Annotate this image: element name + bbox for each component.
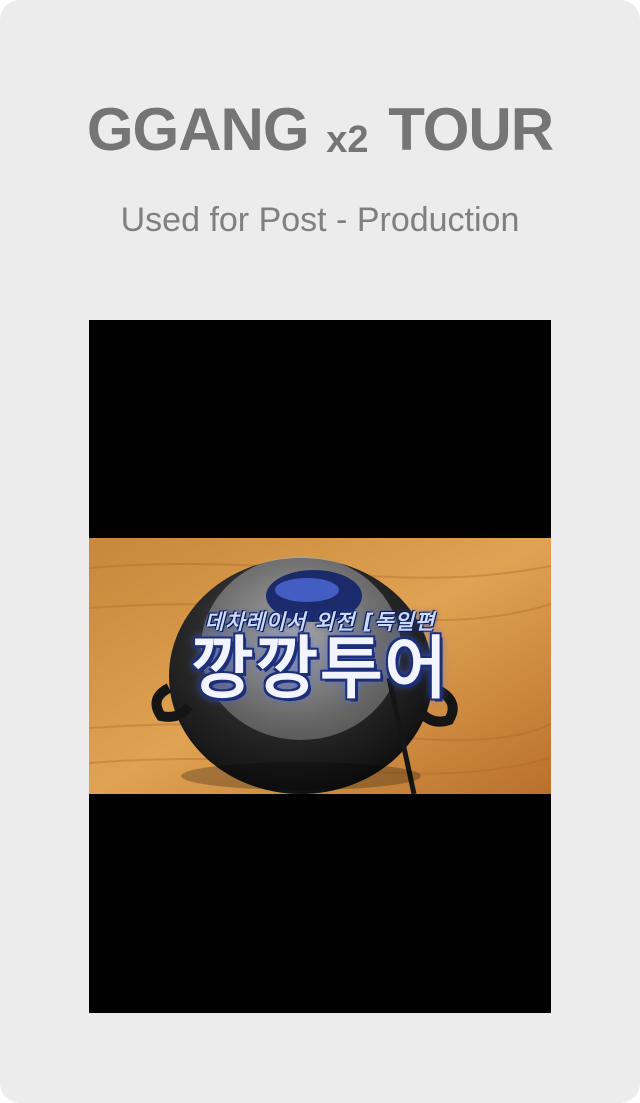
video-preview[interactable]: 데차레이서 외전 [독일편 깡깡투어	[89, 320, 551, 1013]
title-main: GGANG	[86, 96, 310, 163]
video-caption-main: 깡깡투어	[190, 630, 450, 709]
title-multiplier: x2	[326, 119, 369, 161]
video-frame: 데차레이서 외전 [독일편 깡깡투어	[89, 538, 551, 794]
title-end: TOUR	[388, 96, 554, 163]
project-card: GGANG x2 TOUR Used for Post - Production	[0, 0, 640, 1103]
project-title: GGANG x2 TOUR	[0, 92, 640, 178]
project-subtitle: Used for Post - Production	[120, 201, 520, 239]
